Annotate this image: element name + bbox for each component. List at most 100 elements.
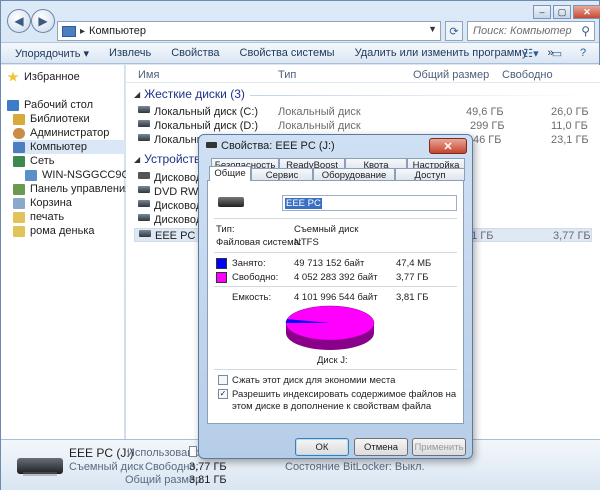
help-icon[interactable]: ?: [575, 46, 591, 60]
bd-drive-icon: [138, 214, 150, 221]
properties-button[interactable]: Свойства: [171, 47, 219, 59]
breadcrumb-arrow-icon[interactable]: ▸: [80, 26, 85, 37]
column-headers: Имя Тип Общий размер Свободно: [126, 65, 600, 83]
window-controls: – ▢ ✕: [531, 5, 600, 21]
maximize-button[interactable]: ▢: [553, 5, 571, 19]
row-free: 11,0 ГБ: [551, 120, 588, 132]
column-total-size[interactable]: Общий размер: [413, 69, 489, 81]
disk-label: Диск J:: [317, 355, 348, 366]
sidebar-item-label: печать: [30, 211, 65, 223]
divider: [214, 218, 457, 219]
divider: [214, 286, 457, 287]
filesystem-value: NTFS: [294, 237, 319, 248]
general-tab-panel: EEE PC Тип: Съемный диск Файловая систем…: [207, 180, 464, 424]
navigation-pane: Избранное Рабочий стол Библиотеки Админи…: [1, 65, 149, 439]
sidebar-item-label: Сеть: [30, 155, 55, 167]
type-value: Съемный диск: [294, 224, 359, 235]
uninstall-program-button[interactable]: Удалить или изменить программу: [355, 47, 528, 59]
sidebar-item-label: Избранное: [24, 71, 80, 83]
group-header-hdd[interactable]: ◢ Жесткие диски (3): [134, 87, 245, 101]
sidebar-item-favorites[interactable]: Избранное: [7, 70, 131, 84]
volume-name-input[interactable]: EEE PC: [282, 195, 457, 211]
sidebar-item-computer[interactable]: Компьютер: [13, 140, 125, 154]
back-button[interactable]: ◀: [7, 9, 31, 33]
eject-button[interactable]: Извлечь: [109, 47, 151, 59]
used-color-swatch: [216, 258, 227, 269]
computer-icon: [62, 25, 76, 37]
ok-button[interactable]: ОК: [295, 438, 349, 456]
organize-button[interactable]: Упорядочить ▾: [15, 47, 89, 60]
sidebar-item-print[interactable]: печать: [13, 210, 137, 224]
search-input[interactable]: Поиск: Компьютер ⚲: [467, 21, 595, 41]
sidebar-item-libraries[interactable]: Библиотеки: [13, 112, 137, 126]
forward-button[interactable]: ▶: [31, 9, 55, 33]
search-placeholder: Поиск: Компьютер: [473, 25, 572, 37]
system-properties-button[interactable]: Свойства системы: [240, 47, 335, 59]
refresh-icon: ⟳: [449, 25, 459, 38]
row-total: 299 ГБ: [470, 120, 505, 132]
index-checkbox[interactable]: ✓: [218, 389, 228, 399]
sidebar-item-label: Компьютер: [30, 141, 87, 153]
sidebar-item-label: Корзина: [30, 197, 72, 209]
libraries-icon: [13, 113, 25, 125]
row-free: 3,77 ГБ: [553, 230, 591, 242]
chevron-down-icon[interactable]: ▼: [428, 24, 437, 34]
used-size: 47,4 МБ: [396, 258, 432, 269]
drive-icon: [138, 120, 150, 127]
view-options-icon[interactable]: ☷▾: [523, 46, 539, 60]
capacity-label: Емкость:: [232, 292, 272, 303]
sidebar-item-desktop[interactable]: Рабочий стол: [7, 98, 131, 112]
row-total: 46 ГБ: [473, 134, 502, 146]
folder-icon: [13, 225, 25, 237]
sidebar-item-label: рома денька: [30, 225, 95, 237]
group-divider: [250, 95, 590, 96]
properties-dialog: Свойства: EEE PC (J:) ✕ Безопасность Rea…: [198, 134, 473, 459]
tab-general[interactable]: Общие: [209, 166, 251, 181]
disk-usage-pie-chart: [285, 305, 375, 350]
cancel-button[interactable]: Отмена: [354, 438, 408, 456]
dvd-drive-icon: [138, 186, 150, 193]
sidebar-item-label: Панель управления: [30, 183, 132, 195]
details-kind: Съемный диск: [69, 461, 144, 473]
removable-drive-icon: [17, 458, 63, 476]
details-free-value: 3,77 ГБ: [189, 461, 227, 473]
dialog-close-button[interactable]: ✕: [429, 138, 467, 154]
collapse-icon[interactable]: ◢: [134, 90, 140, 99]
free-size: 3,77 ГБ: [396, 272, 429, 283]
table-row[interactable]: Локальный диск (D:) Локальный диск 299 Г…: [126, 119, 600, 133]
star-icon: [7, 71, 19, 82]
sidebar-item-recycle-bin[interactable]: Корзина: [13, 196, 137, 210]
table-row[interactable]: Локальный диск (C:) Локальный диск 49,6 …: [126, 105, 600, 119]
filesystem-label: Файловая система:: [216, 237, 302, 248]
drive-icon: [138, 134, 150, 141]
apply-button[interactable]: Применить: [412, 438, 466, 456]
sidebar-item-label: Администратор: [30, 127, 110, 139]
minimize-button[interactable]: –: [533, 5, 551, 19]
address-bar[interactable]: ▸ Компьютер ▼: [57, 21, 441, 41]
control-panel-icon: [13, 183, 25, 195]
row-free: 26,0 ГБ: [551, 106, 589, 118]
column-type[interactable]: Тип: [278, 69, 296, 81]
sidebar-item-control-panel[interactable]: Панель управления: [13, 182, 137, 196]
floppy-drive-icon: [138, 172, 150, 179]
row-total: 49,6 ГБ: [466, 106, 504, 118]
computer-icon: [25, 169, 37, 181]
search-icon[interactable]: ⚲: [581, 24, 590, 38]
compress-checkbox[interactable]: [218, 375, 228, 385]
sidebar-item-network[interactable]: Сеть: [13, 154, 137, 168]
refresh-button[interactable]: ⟳: [445, 21, 463, 41]
command-bar: Упорядочить ▾ Извлечь Свойства Свойства …: [1, 42, 599, 64]
computer-icon: [13, 141, 25, 153]
collapse-icon[interactable]: ◢: [134, 155, 140, 164]
column-free-space[interactable]: Свободно: [502, 69, 553, 81]
divider: [214, 252, 457, 253]
sidebar-item-roma[interactable]: рома денька: [13, 224, 137, 238]
close-button[interactable]: ✕: [573, 5, 600, 19]
column-name[interactable]: Имя: [138, 69, 159, 81]
sidebar-item-admin[interactable]: Администратор: [13, 126, 137, 140]
divider: [214, 369, 457, 370]
preview-pane-icon[interactable]: ▭: [549, 46, 565, 60]
capacity-bytes: 4 101 996 544 байт: [294, 292, 378, 303]
sidebar-item-label: Рабочий стол: [24, 99, 94, 111]
volume-name-value: EEE PC: [285, 198, 322, 209]
